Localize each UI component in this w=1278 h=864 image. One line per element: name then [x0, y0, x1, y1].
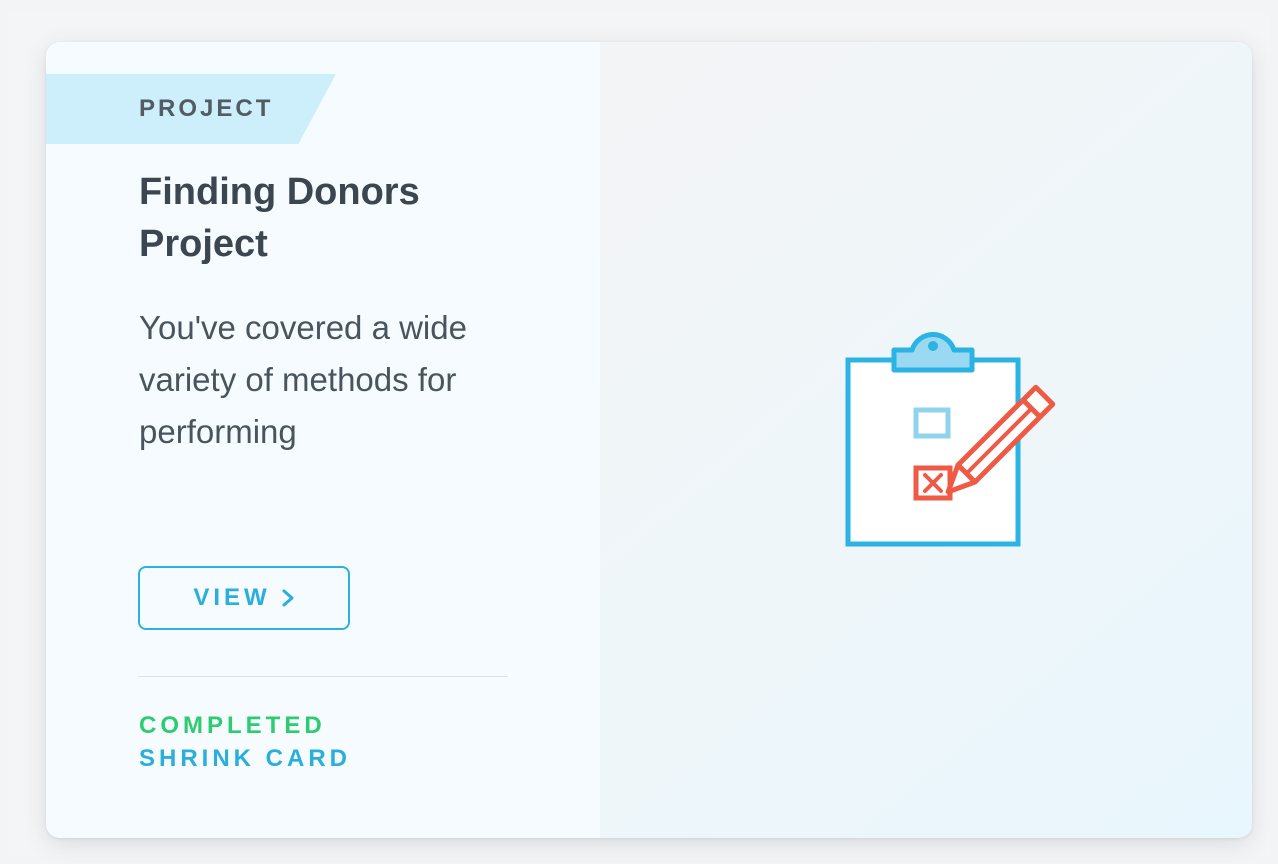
- status-completed: COMPLETED: [139, 712, 326, 739]
- chevron-right-icon: [282, 589, 294, 607]
- card-title: Finding Donors Project: [139, 171, 420, 265]
- divider: [138, 676, 508, 677]
- card-info-panel: PROJECT Finding Donors Project You've co…: [46, 42, 600, 838]
- project-tag-ribbon: PROJECT: [46, 74, 336, 144]
- project-card: PROJECT Finding Donors Project You've co…: [46, 42, 1252, 838]
- shrink-card-link[interactable]: SHRINK CARD: [139, 745, 351, 773]
- page-background: PROJECT Finding Donors Project You've co…: [8, 10, 1270, 856]
- view-button-label: VIEW: [193, 584, 271, 611]
- clipboard-checklist-icon: [845, 332, 1056, 547]
- view-button[interactable]: VIEW: [138, 566, 350, 630]
- project-tag-label: PROJECT: [139, 95, 274, 122]
- card-description: You've covered a wide variety of methods…: [139, 309, 467, 450]
- card-illustration-panel: [600, 42, 1252, 838]
